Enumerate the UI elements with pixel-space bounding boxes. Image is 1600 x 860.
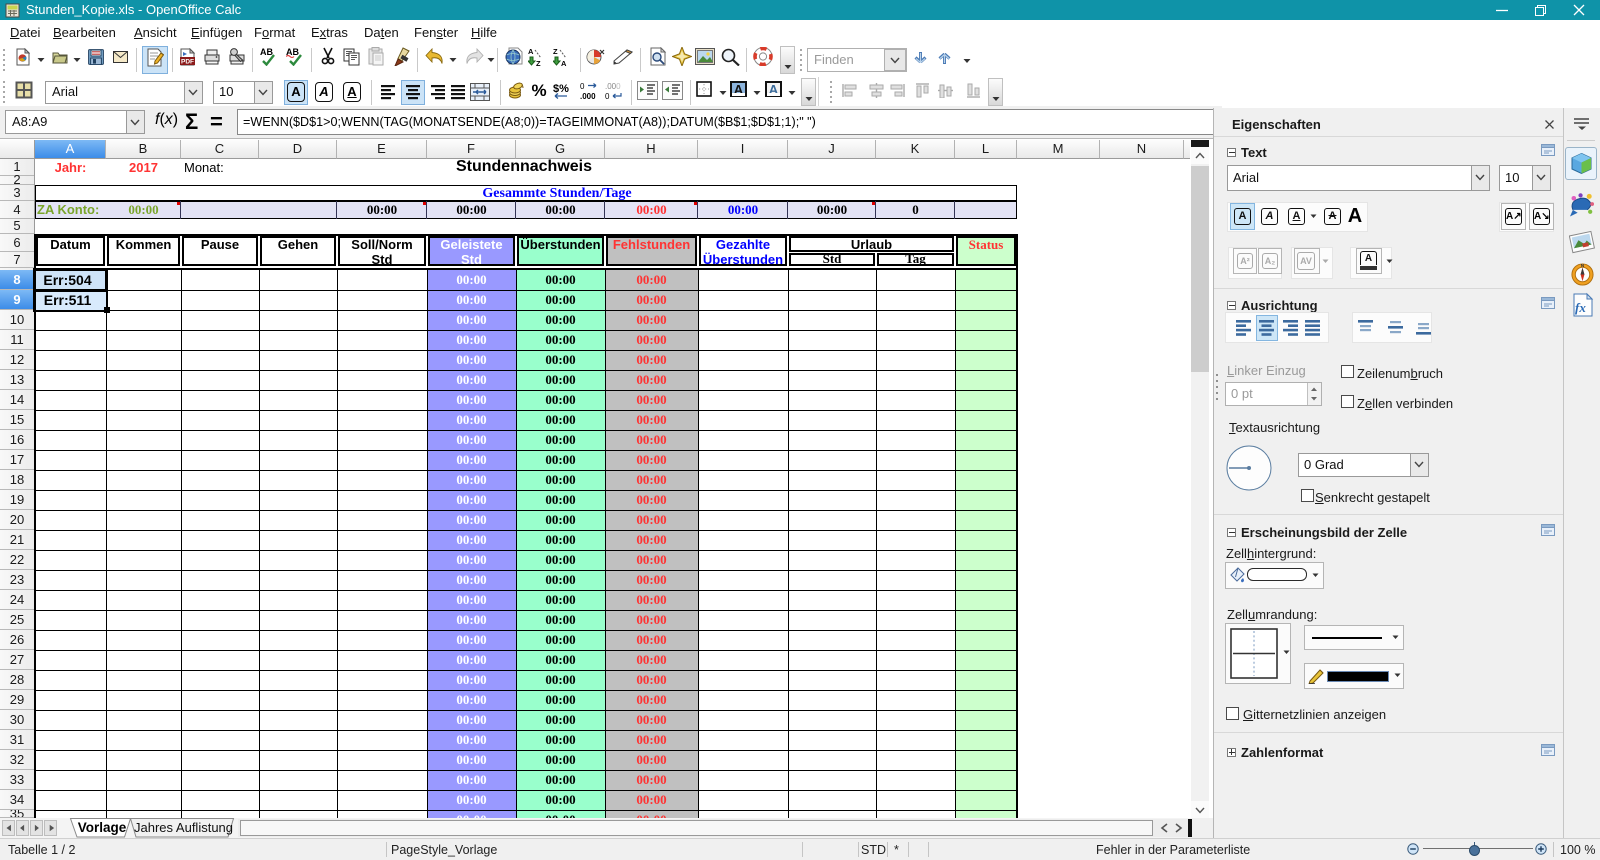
svg-text:$%: $%: [553, 83, 569, 95]
svg-text:Z: Z: [553, 47, 558, 56]
svg-text:.000: .000: [605, 82, 621, 91]
svg-text:0: 0: [580, 82, 585, 91]
svg-text:AB: AB: [260, 47, 273, 57]
svg-text:0: 0: [605, 92, 610, 101]
svg-text:A: A: [561, 59, 567, 66]
svg-text:N: N: [1581, 263, 1585, 269]
svg-text:Z: Z: [536, 59, 541, 66]
svg-text:A: A: [528, 47, 534, 56]
svg-text:fx: fx: [1575, 300, 1586, 315]
svg-text:PDF: PDF: [181, 59, 194, 66]
svg-text:.000: .000: [580, 92, 596, 101]
